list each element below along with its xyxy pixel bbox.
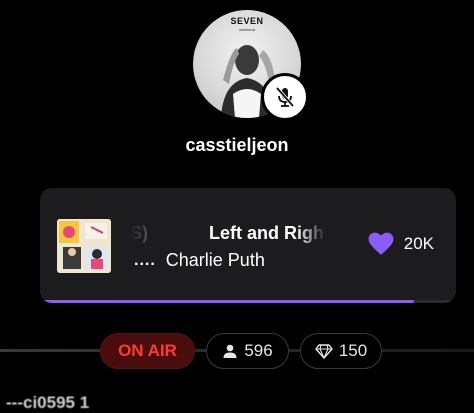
- diamond-icon: [315, 343, 333, 359]
- artist-row: .... Charlie Puth: [134, 250, 265, 271]
- album-art: [57, 219, 111, 273]
- host-username[interactable]: casstieljeon: [0, 135, 474, 156]
- viewers-count-pill[interactable]: 596: [206, 333, 289, 369]
- now-playing-card[interactable]: S) Left and Right .... Charlie Puth 20K: [40, 188, 456, 303]
- playback-progress-fill: [40, 300, 415, 303]
- marquee-fade-left: [130, 219, 160, 249]
- chat-preview-text: ---ci0595 1: [6, 393, 90, 412]
- on-air-label: ON AIR: [118, 341, 177, 360]
- mic-muted-badge: [261, 73, 309, 121]
- on-air-badge: ON AIR: [100, 333, 195, 369]
- artist-name: Charlie Puth: [165, 250, 265, 270]
- viewers-count: 596: [244, 341, 273, 360]
- equalizer-indicator: ....: [134, 251, 156, 269]
- marquee-fade-right: [296, 219, 326, 249]
- album-art-image: [57, 219, 111, 273]
- playback-progress-track: [40, 300, 456, 303]
- gems-count: 150: [338, 341, 368, 360]
- mic-muted-icon: [275, 86, 295, 108]
- like-count: 20K: [403, 234, 434, 253]
- avatar-cover-subtitle: weekend: [238, 27, 255, 32]
- song-title-marquee: S) Left and Right: [130, 219, 326, 249]
- gems-count-pill[interactable]: 150: [300, 333, 382, 369]
- avatar-cover-title: SEVEN: [230, 16, 264, 26]
- like-button[interactable]: 20K: [368, 232, 434, 256]
- heart-icon: [368, 232, 394, 255]
- person-icon: [223, 344, 237, 358]
